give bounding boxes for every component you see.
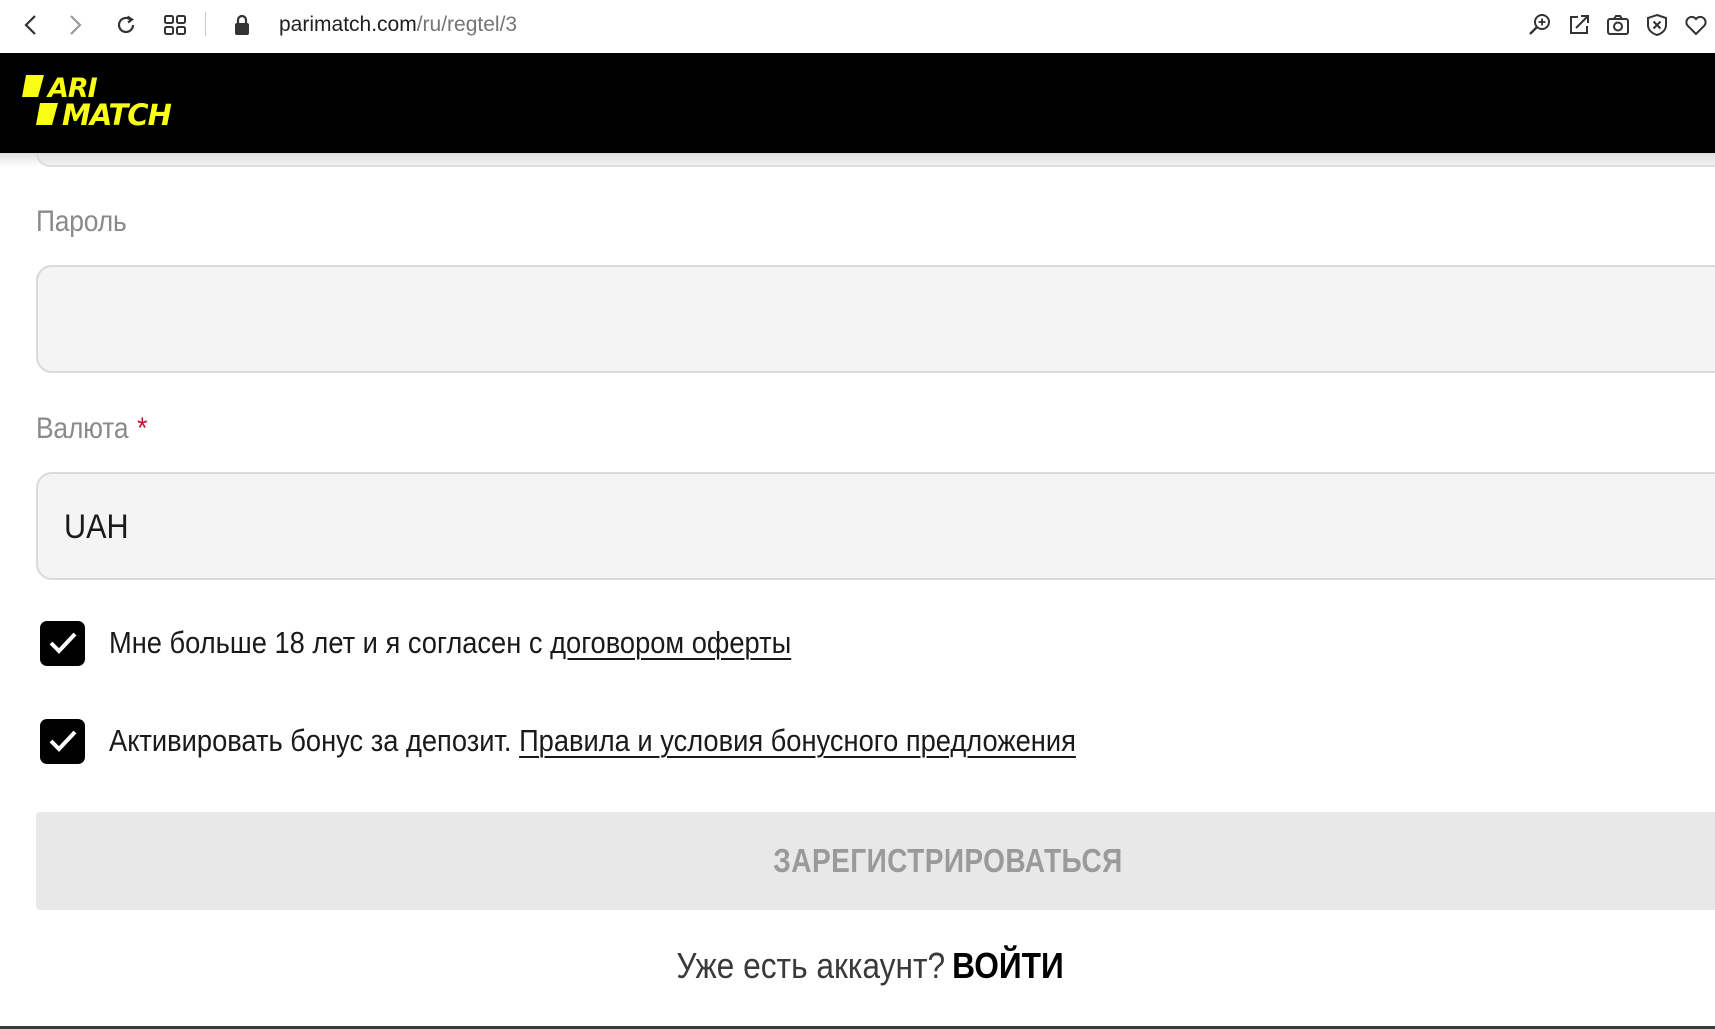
age-consent-text: Мне больше 18 лет и я согласен с договор… [109, 625, 791, 661]
browser-toolbar: parimatch.com/ru/regtel/3 [0, 0, 1715, 53]
header-shadow [0, 153, 1715, 167]
bonus-row: Активировать бонус за депозит. Правила и… [40, 718, 1208, 764]
register-button-label: ЗАРЕГИСТРИРОВАТЬСЯ [773, 842, 1123, 879]
bonus-checkbox[interactable] [40, 718, 85, 764]
bonus-terms-link[interactable]: Правила и условия бонусного предложения [519, 723, 1076, 758]
forward-icon[interactable] [58, 8, 92, 42]
toolbar-right-icons [1520, 8, 1715, 42]
back-icon[interactable] [14, 8, 48, 42]
checkmark-icon [49, 632, 76, 654]
password-field[interactable] [36, 265, 1715, 373]
login-prompt-row: Уже есть аккаунт? ВОЙТИ [0, 945, 1715, 987]
register-button[interactable]: ЗАРЕГИСТРИРОВАТЬСЯ [36, 812, 1715, 910]
camera-icon[interactable] [1598, 8, 1637, 42]
share-edit-icon[interactable] [1559, 8, 1598, 42]
site-header: ARI MATCH [0, 53, 1715, 153]
url-host: parimatch.com [279, 13, 417, 36]
offer-agreement-link[interactable]: договором оферты [550, 625, 791, 660]
svg-text:MATCH: MATCH [62, 98, 172, 132]
tabs-grid-icon[interactable] [158, 8, 192, 42]
heart-icon[interactable] [1676, 8, 1715, 42]
reload-icon[interactable] [109, 8, 143, 42]
currency-label-text: Валюта [36, 412, 129, 445]
age-consent-checkbox[interactable] [40, 620, 85, 666]
currency-label: Валюта * [36, 412, 147, 446]
url-path: /ru/regtel/3 [416, 13, 518, 36]
age-consent-label: Мне больше 18 лет и я согласен с [109, 625, 551, 660]
parimatch-logo[interactable]: ARI MATCH [22, 73, 207, 135]
currency-value: UAH [64, 508, 129, 546]
currency-select[interactable]: UAH [36, 472, 1715, 580]
login-link[interactable]: ВОЙТИ [952, 945, 1064, 986]
zoom-icon[interactable] [1520, 8, 1559, 42]
password-label: Пароль [36, 205, 127, 238]
lock-icon[interactable] [225, 8, 259, 42]
bonus-text: Активировать бонус за депозит. Правила и… [109, 723, 1076, 759]
bonus-label: Активировать бонус за депозит. [109, 723, 520, 758]
shield-icon[interactable] [1637, 8, 1676, 42]
login-prompt: Уже есть аккаунт? [676, 945, 946, 986]
toolbar-divider [205, 12, 206, 36]
age-consent-row: Мне больше 18 лет и я согласен с договор… [40, 620, 884, 666]
required-star: * [137, 412, 148, 445]
checkmark-icon [49, 730, 76, 752]
address-bar[interactable]: parimatch.com/ru/regtel/3 [279, 10, 517, 40]
